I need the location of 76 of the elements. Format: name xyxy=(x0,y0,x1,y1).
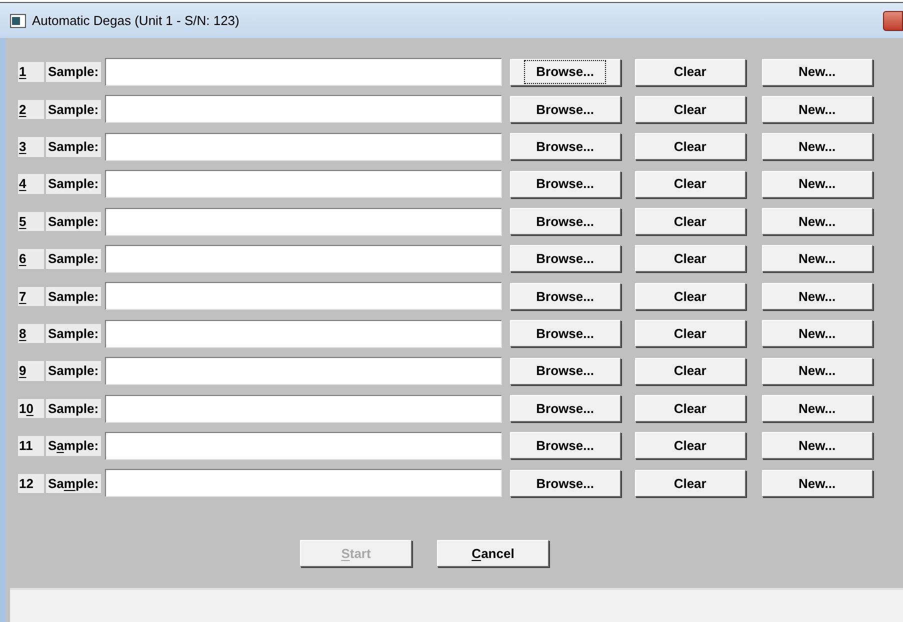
row-number: 1 xyxy=(18,62,44,82)
browse-button[interactable]: Browse... xyxy=(510,470,621,497)
clear-button[interactable]: Clear xyxy=(634,245,746,272)
row-number: 12 xyxy=(18,474,44,494)
clear-button[interactable]: Clear xyxy=(634,208,746,236)
sample-label: Sample: xyxy=(46,436,101,456)
sample-field[interactable] xyxy=(104,357,502,386)
new-button[interactable]: New... xyxy=(762,208,873,236)
clear-button[interactable]: Clear xyxy=(634,133,746,160)
sample-label: Sample: xyxy=(46,174,101,194)
new-button[interactable]: New... xyxy=(762,245,873,272)
sample-field[interactable] xyxy=(104,170,502,198)
clear-button[interactable]: Clear xyxy=(634,320,746,348)
sample-label: Sample: xyxy=(46,100,101,120)
row-number: 6 xyxy=(18,249,44,269)
browse-button[interactable]: Browse... xyxy=(510,432,621,460)
new-button[interactable]: New... xyxy=(762,395,873,422)
sample-field[interactable] xyxy=(104,469,502,498)
window-title: Automatic Degas (Unit 1 - S/N: 123) xyxy=(32,12,240,30)
new-button[interactable]: New... xyxy=(762,320,873,348)
browse-button[interactable]: Browse... xyxy=(510,395,621,422)
browse-button[interactable]: Browse... xyxy=(510,245,621,272)
sample-field[interactable] xyxy=(104,432,502,460)
sample-label: Sample: xyxy=(46,212,101,232)
new-button[interactable]: New... xyxy=(762,432,873,460)
row-number: 5 xyxy=(18,212,44,232)
browse-button[interactable]: Browse... xyxy=(510,358,621,385)
row-number: 7 xyxy=(18,286,44,306)
sample-field[interactable] xyxy=(104,208,502,236)
sample-field[interactable] xyxy=(104,95,502,124)
sample-field[interactable] xyxy=(104,282,502,310)
clear-button[interactable]: Clear xyxy=(634,96,746,123)
sample-label: Sample: xyxy=(46,137,101,157)
sample-label: Sample: xyxy=(46,286,101,306)
close-button[interactable] xyxy=(883,11,903,31)
sample-field[interactable] xyxy=(104,132,502,161)
browse-button[interactable]: Browse... xyxy=(510,133,621,160)
sample-label: Sample: xyxy=(46,324,101,344)
clear-button[interactable]: Clear xyxy=(634,358,746,385)
clear-button[interactable]: Clear xyxy=(634,58,746,86)
new-button[interactable]: New... xyxy=(762,133,873,160)
clear-button[interactable]: Clear xyxy=(634,432,746,460)
new-button[interactable]: New... xyxy=(762,358,873,385)
browse-button[interactable]: Browse... xyxy=(510,58,621,86)
row-number: 4 xyxy=(18,174,44,194)
browse-button[interactable]: Browse... xyxy=(510,320,621,348)
browse-button[interactable]: Browse... xyxy=(510,170,621,198)
app-icon xyxy=(10,14,26,28)
sample-field[interactable] xyxy=(104,320,502,348)
sample-field[interactable] xyxy=(104,244,502,273)
sample-field[interactable] xyxy=(104,394,502,423)
clear-button[interactable]: Clear xyxy=(634,395,746,422)
clear-button[interactable]: Clear xyxy=(634,470,746,497)
row-number: 10 xyxy=(18,398,44,418)
row-number: 9 xyxy=(18,361,44,381)
browse-button[interactable]: Browse... xyxy=(510,208,621,236)
row-number: 2 xyxy=(18,100,44,120)
row-number: 3 xyxy=(18,137,44,157)
row-number: 11 xyxy=(18,436,44,456)
clear-button[interactable]: Clear xyxy=(634,282,746,310)
sample-field[interactable] xyxy=(104,58,502,86)
browse-button[interactable]: Browse... xyxy=(510,282,621,310)
sample-label: Sample: xyxy=(46,398,101,418)
sample-label: Sample: xyxy=(46,361,101,381)
sample-label: Sample: xyxy=(46,62,101,82)
clear-button[interactable]: Clear xyxy=(634,170,746,198)
sample-label: Sample: xyxy=(46,474,101,494)
new-button[interactable]: New... xyxy=(762,470,873,497)
browse-button[interactable]: Browse... xyxy=(510,96,621,123)
new-button[interactable]: New... xyxy=(762,170,873,198)
sample-label: Sample: xyxy=(46,249,101,269)
new-button[interactable]: New... xyxy=(762,58,873,86)
new-button[interactable]: New... xyxy=(762,96,873,123)
cancel-button[interactable]: Cancel xyxy=(437,540,549,568)
row-number: 8 xyxy=(18,324,44,344)
new-button[interactable]: New... xyxy=(762,282,873,310)
